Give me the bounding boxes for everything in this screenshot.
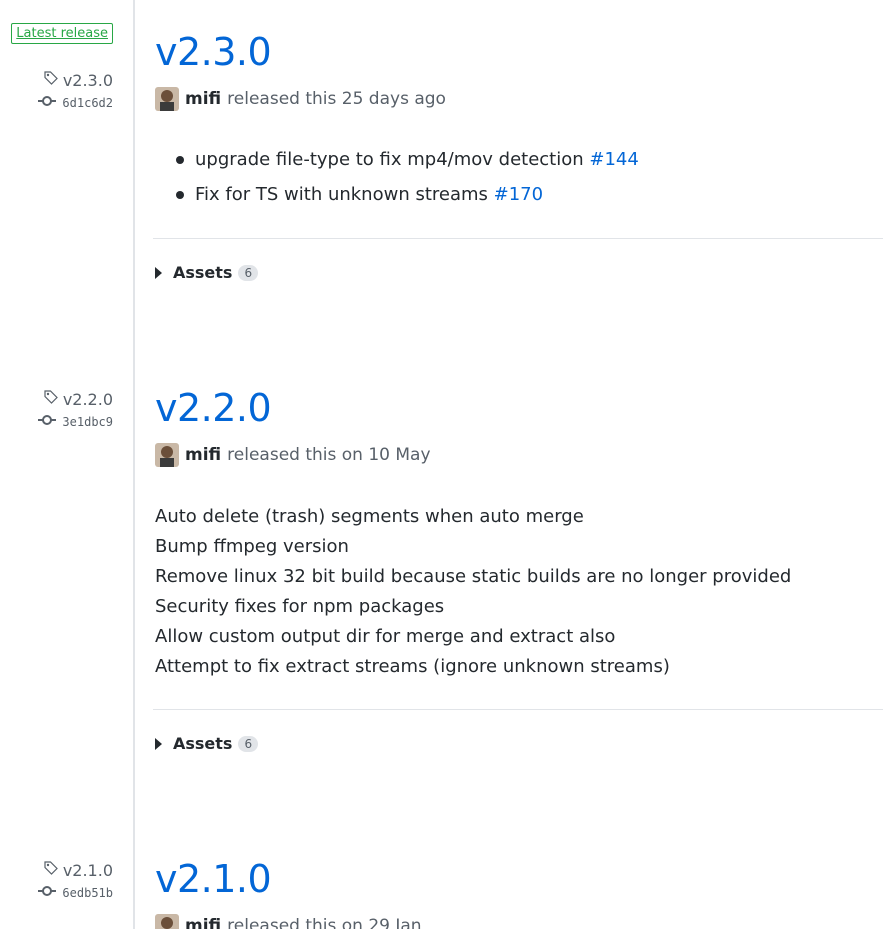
- avatar[interactable]: [155, 87, 179, 111]
- note-line: Attempt to fix extract streams (ignore u…: [155, 656, 670, 677]
- issue-link[interactable]: #144: [589, 149, 638, 170]
- tag-label: v2.2.0: [62, 389, 113, 409]
- tag-link[interactable]: v2.2.0: [0, 389, 113, 409]
- release-byline: mifi released this on 10 May: [155, 442, 883, 468]
- git-commit-icon: [38, 885, 57, 900]
- note-text: Fix for TS with unknown streams: [195, 184, 494, 205]
- note-line: Security fixes for npm packages: [155, 596, 445, 617]
- release-notes: Auto delete (trash) segments when auto m…: [155, 502, 883, 682]
- release-title[interactable]: v2.1.0: [155, 857, 883, 901]
- tag-label: v2.3.0: [62, 70, 113, 90]
- divider: [153, 238, 883, 239]
- release-body: v2.3.0 mifi released this 25 days ago up…: [155, 30, 883, 212]
- tag-icon: [43, 389, 59, 409]
- commit-sha: 3e1dbc9: [62, 414, 113, 429]
- assets-count: 6: [238, 735, 259, 752]
- release-body: v2.1.0 mifi released this on 29 Jan: [155, 857, 883, 929]
- tag-link[interactable]: v2.3.0: [0, 70, 113, 90]
- release-byline: mifi released this 25 days ago: [155, 86, 883, 112]
- release-meta: v2.1.0 6edb51b: [0, 860, 113, 900]
- note-line: Remove linux 32 bit build because static…: [155, 566, 792, 587]
- release-title[interactable]: v2.3.0: [155, 30, 883, 74]
- issue-link[interactable]: #170: [494, 184, 543, 205]
- commit-link[interactable]: 6d1c6d2: [0, 95, 113, 110]
- list-item: upgrade file-type to fix mp4/mov detecti…: [155, 142, 883, 177]
- tag-icon: [43, 860, 59, 880]
- note-text: upgrade file-type to fix mp4/mov detecti…: [195, 149, 590, 170]
- released-text: released this on 10 May: [227, 445, 431, 465]
- assets-label: Assets: [173, 263, 233, 282]
- timeline-line: [133, 0, 135, 929]
- assets-label: Assets: [173, 734, 233, 753]
- release-body: v2.2.0 mifi released this on 10 May Auto…: [155, 386, 883, 682]
- release-meta: Latest release: [0, 22, 113, 44]
- author-link[interactable]: mifi: [185, 445, 221, 465]
- note-line: Auto delete (trash) segments when auto m…: [155, 506, 584, 527]
- tag-icon: [43, 70, 59, 90]
- latest-release-badge[interactable]: Latest release: [11, 23, 113, 44]
- assets-toggle[interactable]: Assets 6: [155, 734, 259, 753]
- release-meta: v2.2.0 3e1dbc9: [0, 389, 113, 429]
- released-text: released this 25 days ago: [227, 89, 446, 109]
- commit-sha: 6d1c6d2: [62, 95, 113, 110]
- release-notes-list: upgrade file-type to fix mp4/mov detecti…: [155, 142, 883, 212]
- tag-label: v2.1.0: [62, 860, 113, 880]
- git-commit-icon: [38, 95, 57, 110]
- release-title[interactable]: v2.2.0: [155, 386, 883, 430]
- releases-page: Latest release v2.3.0 6d1c6d2 v2.3.0 mif…: [0, 0, 883, 929]
- assets-count: 6: [238, 264, 259, 281]
- commit-link[interactable]: 6edb51b: [0, 885, 113, 900]
- triangle-right-icon: [155, 266, 162, 279]
- divider: [153, 709, 883, 710]
- list-item: Fix for TS with unknown streams #170: [155, 177, 883, 212]
- release-byline: mifi released this on 29 Jan: [155, 913, 883, 929]
- released-text: released this on 29 Jan: [227, 916, 422, 929]
- commit-link[interactable]: 3e1dbc9: [0, 414, 113, 429]
- author-link[interactable]: mifi: [185, 916, 221, 929]
- avatar[interactable]: [155, 443, 179, 467]
- tag-link[interactable]: v2.1.0: [0, 860, 113, 880]
- git-commit-icon: [38, 414, 57, 429]
- note-line: Allow custom output dir for merge and ex…: [155, 626, 616, 647]
- commit-sha: 6edb51b: [62, 885, 113, 900]
- assets-toggle[interactable]: Assets 6: [155, 263, 259, 282]
- author-link[interactable]: mifi: [185, 89, 221, 109]
- release-meta: v2.3.0 6d1c6d2: [0, 70, 113, 110]
- triangle-right-icon: [155, 737, 162, 750]
- note-line: Bump ffmpeg version: [155, 536, 349, 557]
- avatar[interactable]: [155, 914, 179, 929]
